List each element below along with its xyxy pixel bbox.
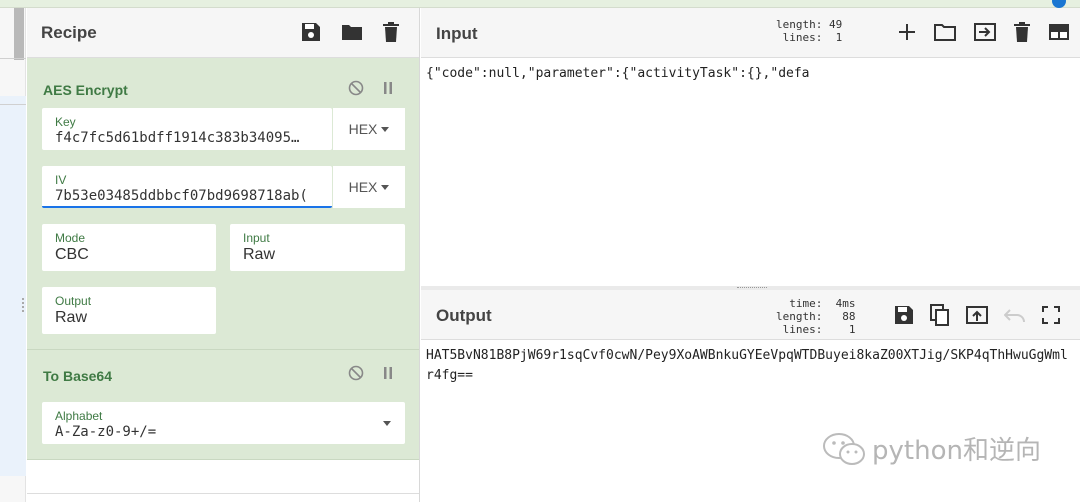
layout-icon[interactable] (1048, 23, 1070, 41)
input-stats: length: 49 lines: 1 (776, 18, 843, 44)
input-format-value: Raw (243, 246, 276, 263)
caret-down-icon (381, 126, 390, 132)
input-actions (898, 22, 1070, 42)
input-panel: Input length: 49 lines: 1 {"code":null,"… (421, 8, 1080, 288)
mode-value: CBC (55, 246, 89, 263)
output-actions (894, 304, 1060, 326)
replace-input-icon[interactable] (966, 305, 988, 325)
divider (0, 58, 26, 59)
splitter-grip[interactable] (737, 287, 767, 288)
operation-aes-encrypt[interactable]: AES Encrypt Key f4c7fc5d61bdff1914c383b3… (27, 58, 419, 350)
input-format-label: Input (243, 231, 270, 245)
recipe-drop-area[interactable] (27, 460, 419, 494)
iv-label: IV (55, 173, 67, 187)
trash-icon[interactable] (1014, 22, 1030, 42)
iv-format-dropdown[interactable]: HEX (333, 166, 405, 208)
undo-icon[interactable] (1004, 306, 1026, 324)
help-icon[interactable] (1052, 0, 1066, 8)
resize-grip[interactable] (22, 298, 24, 312)
top-strip (0, 0, 1080, 8)
operations-panel-edge (0, 8, 26, 502)
copy-icon[interactable] (930, 304, 950, 326)
alphabet-label: Alphabet (55, 409, 103, 423)
trash-icon[interactable] (383, 22, 399, 42)
input-title: Input (436, 24, 478, 43)
folder-open-icon[interactable] (934, 22, 956, 42)
operation-to-base64[interactable]: To Base64 Alphabet A-Za-z0-9+/= (27, 350, 419, 460)
save-icon[interactable] (301, 22, 321, 42)
scrollbar[interactable] (14, 8, 24, 60)
output-stats: time: 4ms length: 88 lines: 1 (776, 297, 856, 336)
iv-format-label: HEX (348, 179, 378, 195)
iv-field[interactable]: IV 7b53e03485ddbbcf07bd9698718ab( (42, 166, 332, 208)
alphabet-select[interactable]: Alphabet A-Za-z0-9+/= (42, 402, 405, 444)
breakpoint-icon[interactable] (382, 366, 394, 380)
operation-title: AES Encrypt (43, 82, 128, 98)
save-icon[interactable] (894, 305, 914, 325)
caret-down-icon (381, 184, 390, 190)
operation-title: To Base64 (43, 368, 112, 384)
output-title: Output (436, 306, 492, 325)
caret-down-icon (383, 421, 391, 426)
recipe-header: Recipe (27, 8, 419, 58)
mode-label: Mode (55, 231, 86, 245)
divider (0, 104, 26, 105)
recipe-panel: Recipe AES Encrypt Key f4c7fc5d61bdff191… (27, 8, 420, 502)
disable-icon[interactable] (348, 80, 364, 96)
selected-region (0, 96, 26, 476)
output-header: Output time: 4ms length: 88 lines: 1 (421, 290, 1080, 340)
input-file-icon[interactable] (974, 22, 996, 42)
watermark: python和逆向 (822, 430, 1041, 467)
output-format-value: Raw (55, 309, 88, 326)
watermark-text: python和逆向 (872, 436, 1041, 466)
folder-icon[interactable] (341, 22, 363, 42)
output-format-select[interactable]: Output Raw (42, 287, 216, 334)
maximise-icon[interactable] (1042, 306, 1060, 324)
input-format-select[interactable]: Input Raw (230, 224, 405, 271)
mode-select[interactable]: Mode CBC (42, 224, 216, 271)
alphabet-value: A-Za-z0-9+/= (55, 424, 157, 440)
recipe-actions (301, 22, 399, 42)
key-label: Key (55, 115, 76, 129)
input-textarea[interactable]: {"code":null,"parameter":{"activityTask"… (421, 58, 1080, 90)
key-value[interactable]: f4c7fc5d61bdff1914c383b34095… (55, 130, 327, 146)
input-header: Input length: 49 lines: 1 (421, 8, 1080, 58)
output-format-label: Output (55, 294, 92, 308)
disable-icon[interactable] (348, 365, 364, 381)
wechat-icon (823, 432, 865, 465)
breakpoint-icon[interactable] (382, 81, 394, 95)
output-text: HAT5BvN81B8PjW69r1sqCvf0cwN/Pey9XoAWBnku… (426, 348, 1068, 383)
key-format-dropdown[interactable]: HEX (333, 108, 405, 150)
recipe-title: Recipe (41, 22, 97, 42)
output-panel: Output time: 4ms length: 88 lines: 1 HAT… (421, 290, 1080, 502)
key-field[interactable]: Key f4c7fc5d61bdff1914c383b34095… (42, 108, 332, 150)
plus-icon[interactable] (898, 23, 916, 41)
iv-value[interactable]: 7b53e03485ddbbcf07bd9698718ab( (55, 188, 323, 204)
key-format-label: HEX (348, 121, 378, 137)
